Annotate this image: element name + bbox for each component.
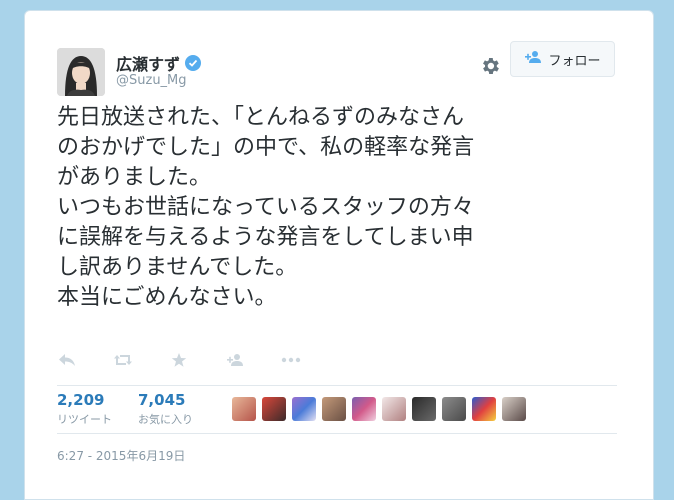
- retweet-count: 2,209: [57, 391, 105, 409]
- favoriter-avatar[interactable]: [262, 397, 286, 421]
- tweet-timestamp[interactable]: 6:27 - 2015年6月19日: [57, 447, 185, 464]
- tweet-card: 広瀬すず @Suzu_Mg フォロー 先日放送された、「とんねるずのみなさん の…: [24, 10, 654, 500]
- user-handle[interactable]: @Suzu_Mg: [116, 73, 187, 88]
- favoriter-avatar[interactable]: [232, 397, 256, 421]
- retweet-stat[interactable]: 2,209 リツイート: [57, 391, 112, 427]
- favoriter-avatar[interactable]: [412, 397, 436, 421]
- tweet-line: いつもお世話になっているスタッフの方々: [57, 195, 474, 220]
- avatar-image: [57, 48, 105, 96]
- favoriter-avatar[interactable]: [442, 397, 466, 421]
- favoriter-avatars: [232, 397, 526, 421]
- reply-icon[interactable]: [57, 352, 77, 368]
- favorite-count: 7,045: [138, 391, 186, 409]
- tweet-line: 先日放送された、「とんねるずのみなさん: [57, 105, 465, 130]
- tweet-line: がありました。: [57, 165, 212, 190]
- tweet-line: し訳ありませんでした。: [57, 255, 298, 280]
- follow-button-label: フォロー: [548, 53, 601, 69]
- retweet-icon[interactable]: [113, 352, 133, 368]
- user-display-name[interactable]: 広瀬すず: [116, 51, 202, 75]
- tweet-line: のおかげでした」の中で、私の軽率な発言: [57, 135, 475, 160]
- favoriter-avatar[interactable]: [352, 397, 376, 421]
- tweet-text: 先日放送された、「とんねるずのみなさん のおかげでした」の中で、私の軽率な発言 …: [57, 103, 617, 313]
- favoriter-avatar[interactable]: [472, 397, 496, 421]
- favorite-star-icon[interactable]: [169, 352, 189, 368]
- follow-user-icon: [524, 50, 542, 68]
- tweet-actions: [57, 352, 301, 368]
- favoriter-avatar[interactable]: [382, 397, 406, 421]
- favoriter-avatar[interactable]: [292, 397, 316, 421]
- retweet-label: リツイート: [57, 413, 112, 426]
- favoriter-avatar[interactable]: [322, 397, 346, 421]
- follow-icon[interactable]: [225, 352, 245, 368]
- display-name-text: 広瀬すず: [116, 55, 181, 74]
- gear-icon[interactable]: [479, 55, 501, 77]
- favoriter-avatar[interactable]: [502, 397, 526, 421]
- favorite-label: お気に入り: [138, 413, 193, 426]
- more-icon[interactable]: [281, 352, 301, 368]
- tweet-line: に誤解を与えるような発言をしてしまい申: [57, 225, 474, 250]
- user-avatar[interactable]: [57, 48, 105, 96]
- verified-badge-icon: [185, 55, 202, 71]
- favorite-stat[interactable]: 7,045 お気に入り: [138, 391, 193, 427]
- follow-button[interactable]: フォロー: [510, 41, 615, 77]
- tweet-line: 本当にごめんなさい。: [57, 285, 277, 310]
- stats-bottom-divider: [57, 433, 617, 434]
- stats-top-divider: [57, 385, 617, 386]
